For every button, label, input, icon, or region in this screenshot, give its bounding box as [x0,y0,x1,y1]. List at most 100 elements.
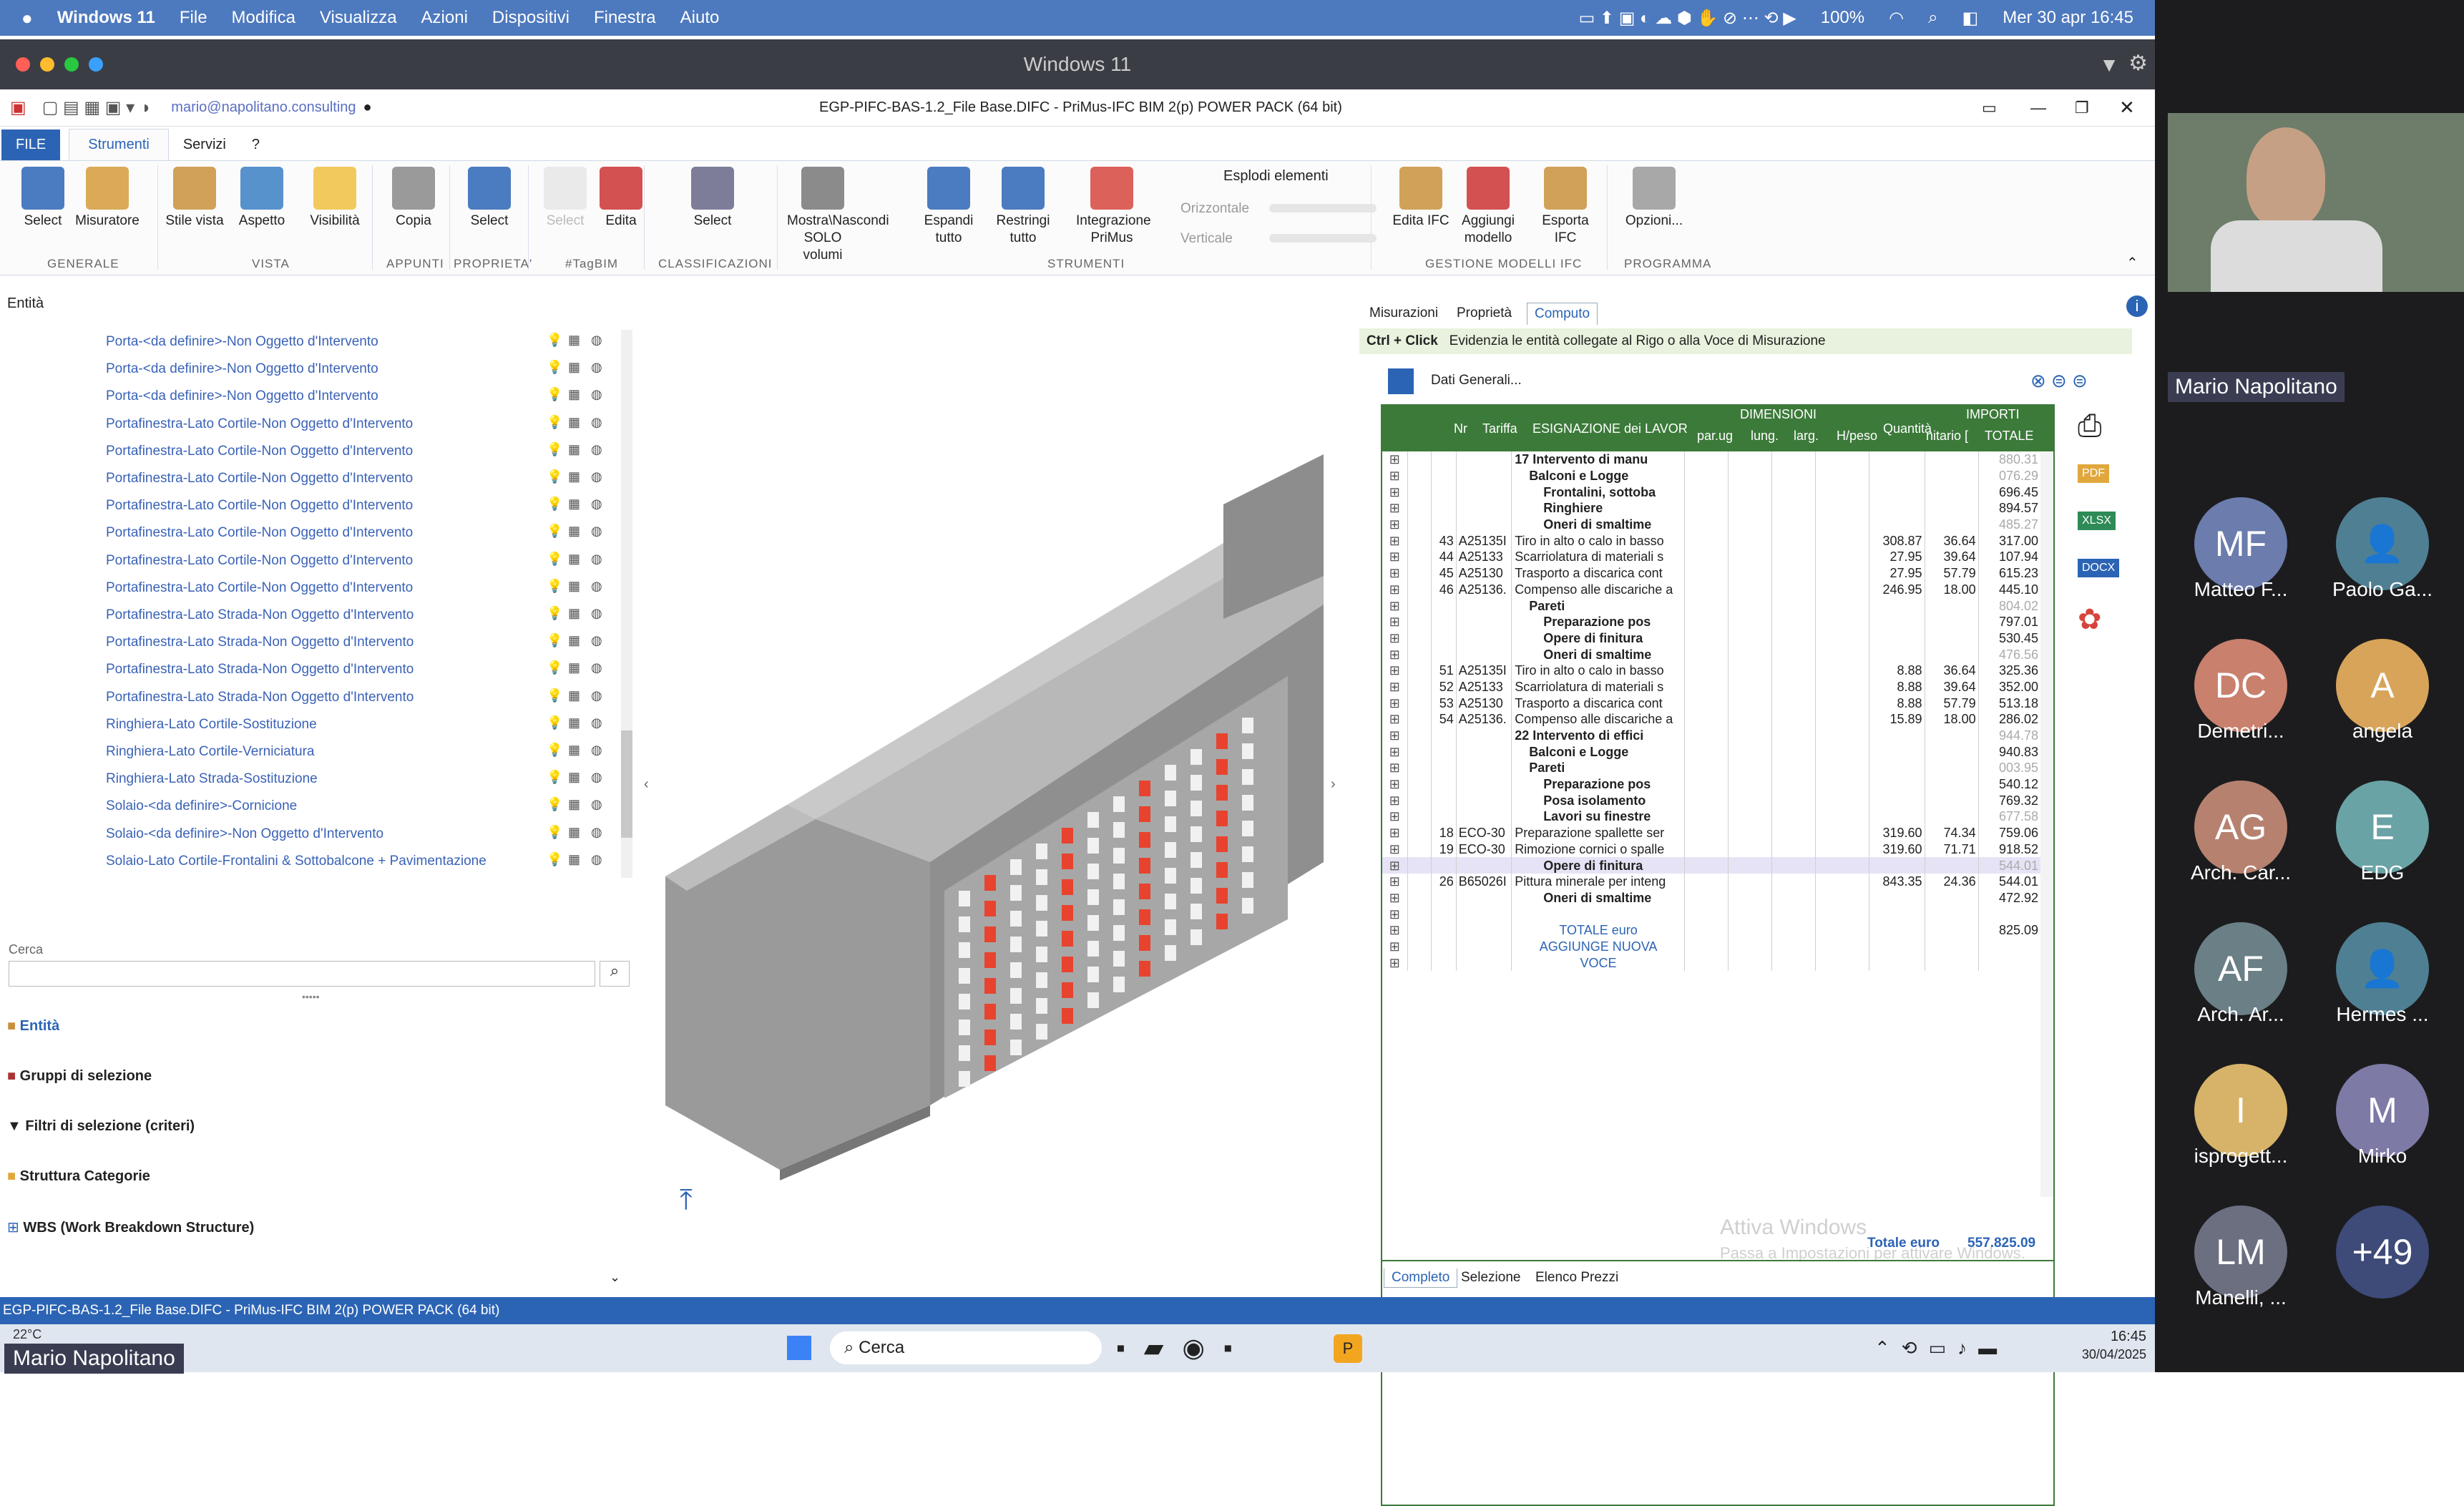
tree-row[interactable]: Ringhiera-Lato Cortile-Verniciatura 💡 ▦ ◍ [0,738,615,764]
nav-wbs[interactable]: ⊞ WBS (Work Breakdown Structure) [7,1218,254,1236]
participant-avatar[interactable]: MF [2194,497,2287,590]
tree-row[interactable]: Portafinestra-Lato Cortile-Non Oggetto d… [0,574,615,600]
bulb-icon[interactable]: 💡 [547,579,562,594]
minimize-icon[interactable]: — [2030,99,2046,117]
expand-icon[interactable]: ⊞ [1382,711,1407,728]
bulb-icon[interactable]: 💡 [547,387,562,402]
paint-icon[interactable]: ◍ [591,579,602,594]
expand-icon[interactable]: ⊞ [1382,468,1407,484]
ribbon-button-5[interactable]: Copia [378,167,449,230]
computo-row[interactable]: ⊞ Ringhiere 894.57 [1382,500,2040,517]
system-tray-icons[interactable]: ⌃⟲▭♪▬ [1874,1337,2008,1359]
expand-icon[interactable]: ⊞ [1382,890,1407,906]
zoom-button[interactable] [64,57,79,72]
collapse-left-icon[interactable]: ‹ [644,776,649,793]
tree-row[interactable]: Ringhiera-Lato Strada-Sostituzione 💡 ▦ ◍ [0,766,615,791]
paint-icon[interactable]: ◍ [591,360,602,375]
checker-icon[interactable]: ▦ [568,469,580,484]
ribbon-button-0[interactable]: Select [7,167,79,230]
menu-modifica[interactable]: Modifica [232,8,295,28]
bulb-icon[interactable]: 💡 [547,497,562,512]
tab-misurazioni[interactable]: Misurazioni [1369,305,1438,321]
participant-avatar[interactable]: DC [2194,639,2287,732]
expand-icon[interactable]: ⊞ [1382,922,1407,939]
export-docx-icon[interactable]: DOCX [2078,559,2120,577]
bulb-icon[interactable]: 💡 [547,633,562,648]
tree-row[interactable]: Portafinestra-Lato Strada-Non Oggetto d'… [0,684,615,710]
apple-icon[interactable]: ● [21,7,33,29]
expand-icon[interactable]: ⊞ [1382,874,1407,890]
tab-proprieta[interactable]: Proprietà [1457,305,1512,321]
expand-icon[interactable]: ⊞ [1382,662,1407,679]
expand-icon[interactable]: ⊞ [1382,695,1407,711]
participant-avatar[interactable]: I [2194,1064,2287,1157]
computo-row[interactable]: ⊞ Lavori su finestre 677.58 [1382,808,2040,825]
expand-icon[interactable]: ⊞ [1382,808,1407,825]
tree-row[interactable]: Portafinestra-Lato Cortile-Non Oggetto d… [0,492,615,518]
checker-icon[interactable]: ▦ [568,579,580,594]
tree-row[interactable]: Portafinestra-Lato Strada-Non Oggetto d'… [0,602,615,627]
tree-row[interactable]: Porta-<da definire>-Non Oggetto d'Interv… [0,356,615,381]
ribbon-button-2[interactable]: Stile vista [159,167,230,230]
checker-icon[interactable]: ▦ [568,633,580,648]
ribbon-button-9[interactable]: Select [677,167,748,230]
computo-row[interactable]: ⊞ Oneri di smaltime 485.27 [1382,516,2040,533]
nav-entita[interactable]: ■ Entità [7,1018,59,1035]
3d-viewport[interactable]: ⤒ ‹ › [644,275,1345,1299]
vm-extra-button[interactable] [89,57,103,72]
menu-app-name[interactable]: Windows 11 [57,8,155,28]
control-center-icon[interactable]: ◧ [1962,8,1979,29]
checker-icon[interactable]: ▦ [568,852,580,867]
quick-access-icons[interactable]: ▢ ▤ ▦ ▣ ▾ ◑ [42,97,150,118]
app-icon[interactable]: ▣ [10,97,26,118]
bulb-icon[interactable]: 💡 [547,360,562,375]
collapse-ribbon-icon[interactable]: ⌃ [2126,254,2138,272]
toolbar-icons[interactable]: ⊗ ⊜ ⊜ [2030,370,2088,392]
expand-icon[interactable]: ⊞ [1382,517,1407,533]
expand-icon[interactable]: ⊞ [1382,728,1407,744]
checker-icon[interactable]: ▦ [568,442,580,457]
computo-row[interactable]: ⊞ AGGIUNGE NUOVA [1382,938,2040,955]
wifi-icon[interactable]: ◠ [1889,8,1904,29]
participant-avatar[interactable]: AF [2194,922,2287,1015]
checker-icon[interactable]: ▦ [568,743,580,758]
checker-icon[interactable]: ▦ [568,333,580,348]
close-icon[interactable]: ✕ [2119,97,2135,119]
tree-row[interactable]: Solaio-<da definire>-Non Oggetto d'Inter… [0,821,615,846]
computo-row[interactable]: ⊞ VOCE [1382,954,2040,971]
computo-row[interactable]: ⊞ 22 Intervento di effici 944.78 [1382,727,2040,744]
bulb-icon[interactable]: 💡 [547,852,562,867]
tab-completo[interactable]: Completo [1384,1268,1458,1288]
menu-aiuto[interactable]: Aiuto [680,8,720,28]
tab-computo[interactable]: Computo [1527,303,1598,325]
paint-icon[interactable]: ◍ [591,497,602,512]
participant-avatar-icon[interactable]: 👤 [2336,497,2429,590]
computo-row[interactable]: ⊞ 43 A25135I Tiro in alto o calo in basso 30… [1382,532,2040,549]
search-icon[interactable]: ⌕ [600,961,630,987]
bulb-icon[interactable]: 💡 [547,442,562,457]
computo-row[interactable]: ⊞ Posa isolamento 769.32 [1382,792,2040,809]
paint-icon[interactable]: ◍ [591,524,602,539]
start-button[interactable] [787,1336,811,1360]
computo-row[interactable]: ⊞ Pareti 003.95 [1382,760,2040,776]
nav-scroll-down-icon[interactable]: ⌄ [610,1270,620,1285]
explode-h-slider[interactable] [1269,204,1377,212]
computo-row[interactable]: ⊞ 18 ECO-30 Preparazione spallette ser 319.6… [1382,824,2040,841]
info-icon[interactable]: i [2126,295,2148,317]
taskbar-apps[interactable]: ▪▰◉▪ [1116,1333,1251,1363]
bulb-icon[interactable]: 💡 [547,688,562,703]
computo-row[interactable]: ⊞ Balconi e Logge 076.29 [1382,467,2040,484]
expand-icon[interactable]: ⊞ [1382,484,1407,500]
tree-scrollbar[interactable] [621,330,632,878]
computo-row[interactable]: ⊞ 19 ECO-30 Rimozione cornici o spalle 319.6… [1382,841,2040,858]
computo-row[interactable]: ⊞ Preparazione pos 797.01 [1382,613,2040,630]
paint-icon[interactable]: ◍ [591,688,602,703]
tree-row[interactable]: Ringhiera-Lato Cortile-Sostituzione 💡 ▦ ◍ [0,711,615,737]
computo-row[interactable]: ⊞ Pareti 804.02 [1382,597,2040,614]
tab-servizi[interactable]: Servizi [169,129,240,160]
checker-icon[interactable]: ▦ [568,715,580,730]
paint-icon[interactable]: ◍ [591,770,602,785]
bulb-icon[interactable]: 💡 [547,715,562,730]
ribbon-button-11[interactable]: Espandi tutto [913,167,984,247]
paint-icon[interactable]: ◍ [591,469,602,484]
